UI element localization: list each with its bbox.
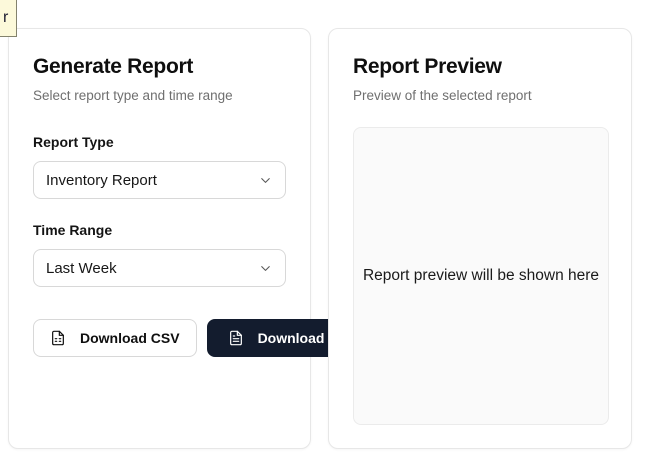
report-type-label: Report Type [33, 133, 286, 151]
chevron-down-icon [258, 173, 273, 188]
generate-report-card: Generate Report Select report type and t… [8, 28, 311, 449]
time-range-selected-value: Last Week [46, 260, 117, 277]
tooltip-text: r [3, 9, 8, 27]
report-preview-box: Report preview will be shown here [353, 127, 609, 425]
report-type-select[interactable]: Inventory Report [33, 161, 286, 199]
generate-report-title: Generate Report [33, 53, 286, 80]
report-preview-title: Report Preview [353, 53, 607, 80]
time-range-label: Time Range [33, 221, 286, 239]
time-range-field: Time Range Last Week [33, 221, 286, 287]
download-csv-button[interactable]: Download CSV [33, 319, 197, 357]
report-preview-card: Report Preview Preview of the selected r… [328, 28, 632, 449]
chevron-down-icon [258, 261, 273, 276]
page: r Generate Report Select report type and… [0, 0, 646, 474]
file-spreadsheet-icon [50, 330, 66, 346]
report-preview-subtitle: Preview of the selected report [353, 87, 607, 105]
report-type-selected-value: Inventory Report [46, 172, 157, 189]
time-range-select[interactable]: Last Week [33, 249, 286, 287]
generate-report-subtitle: Select report type and time range [33, 87, 286, 105]
report-type-field: Report Type Inventory Report [33, 133, 286, 199]
download-buttons-row: Download CSV Download PDF [33, 319, 286, 357]
file-text-icon [228, 330, 244, 346]
download-csv-label: Download CSV [80, 330, 180, 346]
tooltip-fragment: r [0, 0, 17, 37]
preview-placeholder-text: Report preview will be shown here [363, 267, 599, 285]
